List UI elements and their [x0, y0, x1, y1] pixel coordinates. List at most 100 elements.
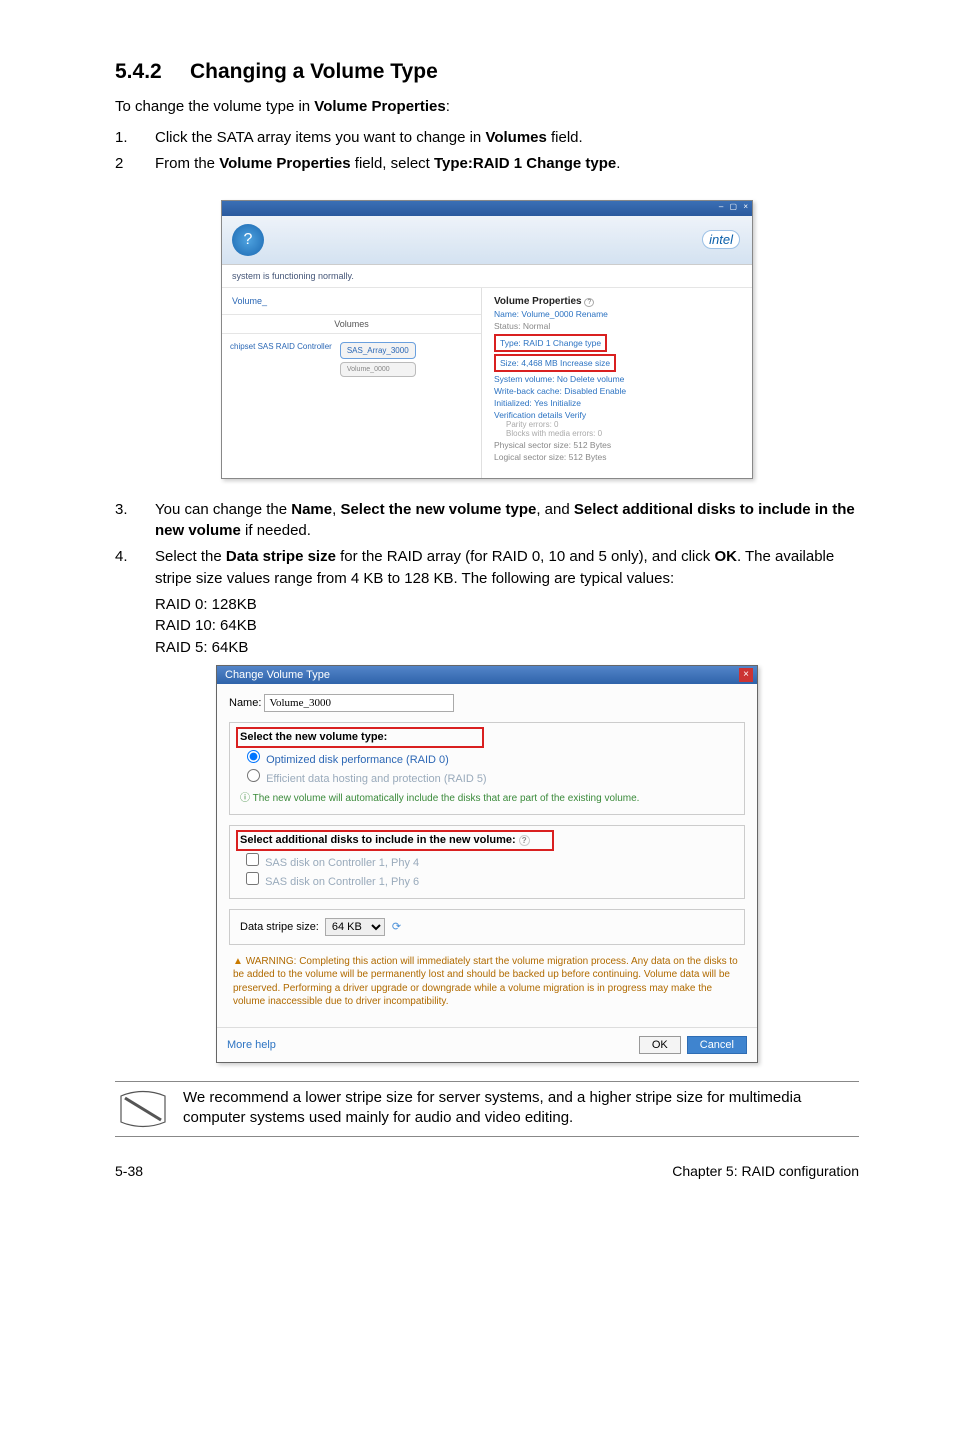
hint-text: The new volume will automatically includ… — [253, 793, 640, 804]
step-4: 4. Select the Data stripe size for the R… — [115, 546, 859, 590]
intel-logo: intel — [702, 230, 740, 249]
t: field. — [547, 129, 583, 146]
intel-rst-screenshot: – ▢ × ? intel system is functioning norm… — [221, 200, 753, 479]
help-badge-icon[interactable]: ? — [232, 224, 264, 256]
ok-button[interactable]: OK — [639, 1036, 681, 1054]
parity-errors: Parity errors: 0 — [506, 420, 742, 429]
raid0-radio[interactable]: Optimized disk performance (RAID 0) — [240, 753, 449, 767]
checkbox-input[interactable] — [246, 853, 259, 866]
raid10-line: RAID 10: 64KB — [155, 615, 859, 637]
name-row: Name: — [229, 694, 745, 712]
checkbox-input[interactable] — [246, 872, 259, 885]
left-pane: Volume_ Volumes chipset SAS RAID Control… — [222, 288, 482, 478]
t: Data stripe size — [226, 548, 336, 565]
raid5-line: RAID 5: 64KB — [155, 637, 859, 659]
t: field, select — [351, 155, 434, 172]
properties-title: Volume Properties ? — [494, 296, 742, 307]
intro-text: To change the volume type in Volume Prop… — [115, 96, 859, 117]
volume-chip[interactable]: Volume_0000 — [340, 362, 416, 377]
dialog-footer: More help OK Cancel — [217, 1027, 757, 1062]
group-title: Select the new volume type: — [240, 731, 734, 747]
intro-bold: Volume Properties — [314, 98, 445, 115]
note-callout: We recommend a lower stripe size for ser… — [115, 1081, 859, 1137]
disk1-check[interactable]: SAS disk on Controller 1, Phy 4 — [240, 856, 419, 870]
step-3: 3. You can change the Name, Select the n… — [115, 499, 859, 543]
t: Type:RAID 1 Change type — [434, 155, 616, 172]
prop-name: Name: Volume_0000 Rename — [494, 309, 742, 319]
dialog-title: Change Volume Type — [225, 669, 330, 681]
phys-sector: Physical sector size: 512 Bytes — [494, 440, 742, 450]
t: Select additional disks to include in th… — [240, 834, 516, 846]
window-buttons[interactable]: – ▢ × — [719, 202, 750, 211]
radio-input[interactable] — [247, 750, 260, 763]
type-highlight: Type: RAID 1 Change type — [494, 334, 607, 352]
array-chip[interactable]: SAS_Array_3000 — [340, 342, 416, 359]
window-titlebar: – ▢ × — [222, 201, 752, 216]
raid-values: RAID 0: 128KB RAID 10: 64KB RAID 5: 64KB — [155, 594, 859, 659]
step-num: 1. — [115, 127, 155, 149]
change-type-link[interactable]: Type: RAID 1 Change type — [500, 338, 601, 348]
intel-header: ? intel — [222, 216, 752, 265]
delete-volume-link[interactable]: System volume: No Delete volume — [494, 374, 624, 384]
disk2-check[interactable]: SAS disk on Controller 1, Phy 6 — [240, 875, 419, 889]
change-volume-type-dialog: Change Volume Type × Name: Select the ne… — [216, 665, 758, 1063]
stripe-size-row: Data stripe size: 64 KB ⟳ — [229, 909, 745, 945]
section-title: Changing a Volume Type — [190, 60, 438, 83]
t: for the RAID array (for RAID 0, 10 and 5… — [336, 548, 715, 565]
chapter-label: Chapter 5: RAID configuration — [672, 1163, 859, 1179]
rename-link[interactable]: Name: Volume_0000 Rename — [494, 309, 608, 319]
volume-type-group: Select the new volume type: Optimized di… — [229, 722, 745, 815]
page-number: 5-38 — [115, 1163, 143, 1179]
note-text: We recommend a lower stripe size for ser… — [183, 1088, 859, 1129]
intro-pre: To change the volume type in — [115, 98, 314, 115]
t: From the — [155, 155, 219, 172]
more-help-link[interactable]: More help — [227, 1039, 276, 1051]
step-num: 4. — [115, 546, 155, 590]
t: Select the new volume type — [340, 501, 536, 518]
t: Volume Properties — [219, 155, 350, 172]
step-text: You can change the Name, Select the new … — [155, 499, 859, 543]
reload-icon[interactable]: ⟳ — [391, 919, 402, 934]
prop-status: Status: Normal — [494, 321, 742, 331]
radio-label: Optimized disk performance (RAID 0) — [266, 754, 449, 766]
controller-label: chipset SAS RAID Controller — [230, 342, 332, 377]
t: Volumes — [485, 129, 546, 146]
close-icon[interactable]: × — [739, 668, 753, 682]
t: if needed. — [241, 522, 311, 539]
section-number: 5.4.2 — [115, 60, 190, 84]
group-title: Select additional disks to include in th… — [240, 834, 734, 850]
t: Name — [291, 501, 332, 518]
step-text: Click the SATA array items you want to c… — [155, 127, 859, 149]
radio-label: Efficient data hosting and protection (R… — [266, 773, 487, 785]
stripe-size-select[interactable]: 64 KB — [325, 918, 385, 936]
status-bar: system is functioning normally. — [222, 265, 752, 288]
page-footer: 5-38 Chapter 5: RAID configuration — [115, 1163, 859, 1179]
stripe-label: Data stripe size: — [240, 921, 319, 933]
initialize-link[interactable]: Initialized: Yes Initialize — [494, 398, 581, 408]
radio-input[interactable] — [247, 769, 260, 782]
media-errors: Blocks with media errors: 0 — [506, 429, 742, 438]
verify-link[interactable]: Verification details Verify — [494, 410, 586, 420]
cancel-button[interactable]: Cancel — [687, 1036, 747, 1054]
dialog-titlebar: Change Volume Type × — [217, 666, 757, 684]
chip-label: Volume_0000 — [347, 366, 409, 373]
intro-post: : — [446, 98, 450, 115]
volumes-header: Volumes — [222, 315, 481, 334]
raid5-radio[interactable]: Efficient data hosting and protection (R… — [240, 772, 487, 786]
step-2: 2 From the Volume Properties field, sele… — [115, 153, 859, 175]
t: OK — [714, 548, 737, 565]
volume-link[interactable]: Volume_ — [222, 288, 481, 315]
warn-body: WARNING: Completing this action will imm… — [233, 956, 738, 1008]
section-heading: 5.4.2Changing a Volume Type — [115, 60, 859, 84]
increase-size-link[interactable]: Size: 4,468 MB Increase size — [500, 358, 610, 368]
check-label: SAS disk on Controller 1, Phy 6 — [265, 876, 419, 888]
help-icon[interactable]: ? — [584, 298, 594, 307]
t: Volume Properties — [494, 296, 582, 307]
cache-enable-link[interactable]: Write-back cache: Disabled Enable — [494, 386, 626, 396]
volume-name-input[interactable] — [264, 694, 454, 712]
help-icon[interactable]: ? — [519, 835, 530, 846]
check-label: SAS disk on Controller 1, Phy 4 — [265, 857, 419, 869]
log-sector: Logical sector size: 512 Bytes — [494, 452, 742, 462]
step-1: 1. Click the SATA array items you want t… — [115, 127, 859, 149]
chip-label: SAS_Array_3000 — [347, 346, 409, 355]
